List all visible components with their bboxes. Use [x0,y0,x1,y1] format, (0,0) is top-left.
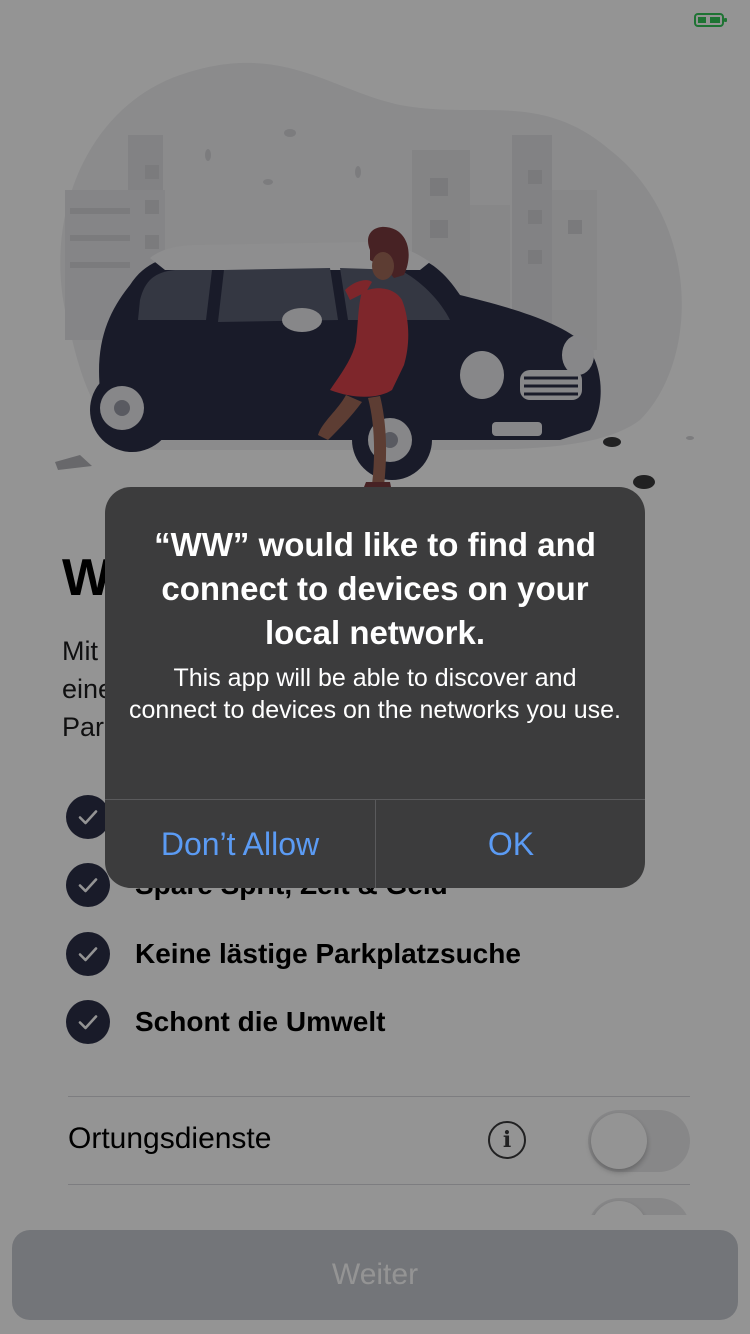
dont-allow-button[interactable]: Don’t Allow [105,800,375,888]
ok-button[interactable]: OK [376,800,645,888]
alert-title: “WW” would like to find and connect to d… [154,526,596,651]
onboarding-screen: W Mit eine Par l Spare Sprit, Zeit & Gel… [0,0,750,1334]
local-network-alert: “WW” would like to find and connect to d… [105,487,645,888]
alert-message: This app will be able to discover and co… [129,664,621,724]
